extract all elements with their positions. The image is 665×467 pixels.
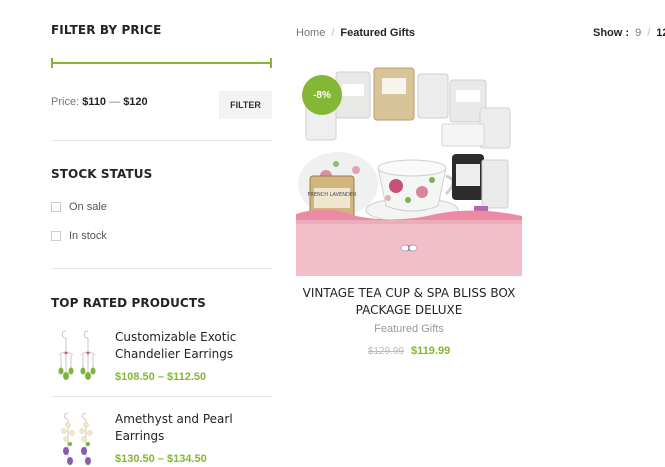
price-filter-title: FILTER BY PRICE (51, 23, 162, 37)
filter-button[interactable]: FILTER (219, 91, 272, 119)
per-page-label: Show : (593, 27, 630, 39)
top-rated-title: TOP RATED PRODUCTS (51, 296, 206, 310)
stock-option-label: On sale (69, 201, 107, 213)
product-name[interactable]: VINTAGE TEA CUP & SPA BLISS BOX PACKAGE … (296, 285, 522, 319)
per-page-option-12[interactable]: 12 (656, 27, 665, 39)
earring-amethyst-thumbnail[interactable] (55, 411, 99, 467)
breadcrumb-separator: / (331, 27, 335, 39)
stock-status-title: STOCK STATUS (51, 167, 153, 181)
divider (51, 396, 272, 397)
price-max: $120 (123, 96, 148, 108)
top-rated-item[interactable]: Customizable Exotic Chandelier Earrings … (51, 329, 272, 399)
candle-label: FRENCH LAVENDER (308, 192, 357, 198)
price-range-text: Price: $110 — $120 (51, 96, 148, 108)
top-rated-item-price: $130.50 – $134.50 (115, 453, 207, 465)
stock-option-on-sale[interactable]: On sale (51, 201, 107, 213)
divider (51, 140, 272, 141)
product-category[interactable]: Featured Gifts (296, 323, 522, 335)
breadcrumb-current: Featured Gifts (340, 27, 415, 39)
per-page-option-9[interactable]: 9 (635, 27, 641, 39)
product-price: $129.99 $119.99 (296, 345, 522, 357)
top-rated-item-price: $108.50 – $112.50 (115, 371, 206, 383)
new-price: $119.99 (411, 345, 451, 357)
checkbox[interactable] (51, 231, 61, 241)
price-dash: — (109, 96, 121, 108)
sale-badge: -8% (302, 75, 342, 115)
checkbox[interactable] (51, 202, 61, 212)
price-row: Price: $110 — $120 FILTER (51, 91, 272, 119)
top-rated-item-name[interactable]: Amethyst and Pearl Earrings (115, 411, 265, 445)
price-high: $134.50 (167, 453, 207, 465)
top-rated-item[interactable]: Amethyst and Pearl Earrings $130.50 – $1… (51, 411, 272, 467)
per-page-selector: Show : 9 / 12 (593, 27, 665, 39)
stock-option-in-stock[interactable]: In stock (51, 230, 107, 242)
price-slider[interactable] (51, 58, 272, 68)
breadcrumb-home[interactable]: Home (296, 27, 325, 39)
old-price: $129.99 (367, 346, 404, 357)
top-rated-item-name[interactable]: Customizable Exotic Chandelier Earrings (115, 329, 265, 363)
price-low: $130.50 (115, 453, 155, 465)
price-sep: – (157, 371, 164, 383)
price-low: $108.50 (115, 371, 155, 383)
price-slider-max-handle[interactable] (270, 58, 272, 68)
price-slider-min-handle[interactable] (51, 58, 53, 68)
price-label: Price: (51, 96, 80, 108)
price-min: $110 (82, 96, 107, 108)
earring-chandelier-thumbnail[interactable] (55, 329, 99, 389)
price-slider-track (52, 62, 271, 64)
product-image[interactable]: FRENCH LAVENDER -8% (296, 64, 522, 276)
price-sep: – (157, 453, 164, 465)
stock-option-label: In stock (69, 230, 107, 242)
price-high: $112.50 (167, 371, 207, 383)
divider (51, 268, 272, 269)
breadcrumb: Home / Featured Gifts (296, 27, 415, 39)
per-page-separator: / (647, 27, 651, 39)
product-card[interactable]: FRENCH LAVENDER -8% VINTAGE TEA CUP & SP… (296, 64, 522, 357)
